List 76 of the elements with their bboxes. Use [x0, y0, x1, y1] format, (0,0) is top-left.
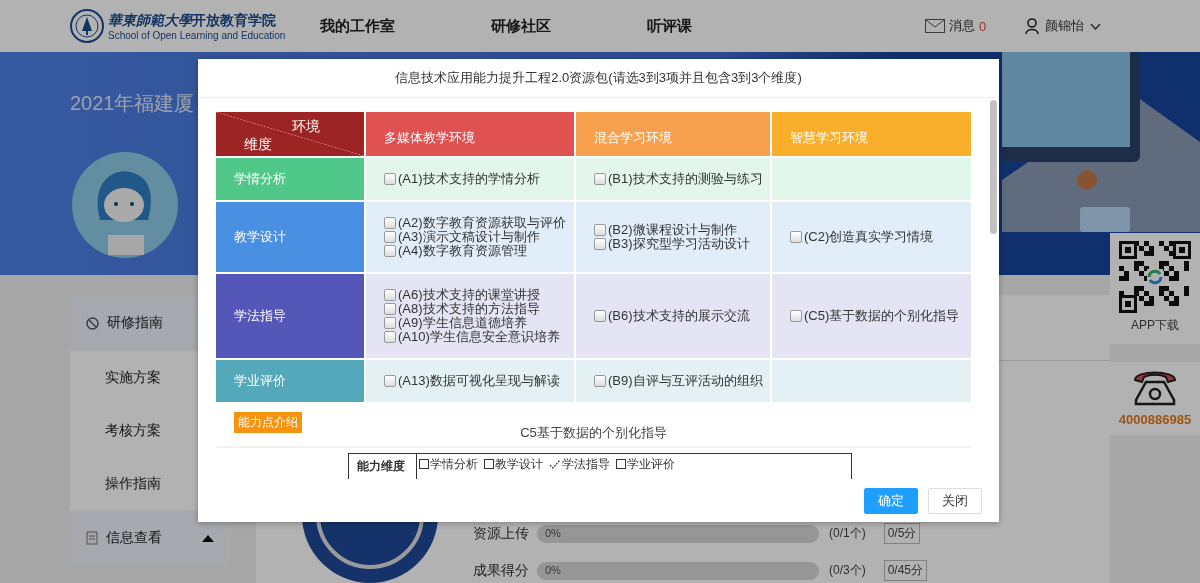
row-axis-label: 维度: [244, 136, 272, 154]
user-icon: [1025, 18, 1039, 34]
checkbox[interactable]: [384, 331, 396, 343]
nav-link[interactable]: 研修社区: [491, 16, 551, 36]
ability-option[interactable]: (C5)基于数据的个别化指导: [790, 309, 971, 323]
dimension-label: 能力维度: [349, 454, 417, 479]
dimension-name: 学法指导: [562, 455, 610, 473]
progress-label: 资源上传: [473, 524, 529, 543]
messages-link[interactable]: 消息: [949, 17, 975, 35]
ability-option[interactable]: (B6)技术支持的展示交流: [594, 309, 770, 323]
progress-count: (0/1个): [829, 525, 866, 542]
user-name[interactable]: 颜锦怡: [1045, 17, 1084, 35]
school-emblem-icon: [70, 9, 104, 43]
checkbox[interactable]: [384, 245, 396, 257]
checkbox[interactable]: [384, 231, 396, 243]
row-header: 学法指导: [216, 274, 364, 358]
close-button[interactable]: 关闭: [928, 487, 982, 514]
dimension-name: 学情分析: [430, 455, 478, 473]
checkbox[interactable]: [790, 310, 802, 322]
checkbox[interactable]: [594, 224, 606, 236]
progress-score: 0/45分: [883, 560, 928, 581]
progress-score: 0/5分: [883, 523, 921, 544]
nav-link[interactable]: 我的工作室: [320, 16, 395, 36]
school-name: 華東師範大學: [108, 11, 192, 30]
caret-up-icon[interactable]: [202, 534, 214, 542]
progress-percent: 0%: [545, 526, 561, 539]
ability-option[interactable]: (A8)技术支持的方法指导: [384, 302, 574, 316]
hotline-number: 4000886985: [1118, 412, 1192, 427]
progress-label: 成果得分: [473, 561, 529, 580]
checkbox[interactable]: [384, 317, 396, 329]
ability-option[interactable]: (B2)微课程设计与制作: [594, 223, 770, 237]
document-icon: [86, 531, 98, 545]
envelope-icon[interactable]: [925, 19, 945, 33]
dimension-name: 教学设计: [495, 455, 543, 473]
progress-count: (0/3个): [829, 562, 866, 579]
checkbox[interactable]: [384, 217, 396, 229]
row-header: 学情分析: [216, 158, 364, 200]
ability-option[interactable]: (A9)学生信息道德培养: [384, 316, 574, 330]
column-axis-label: 环境: [292, 118, 320, 136]
sidebar-section[interactable]: 信息查看: [70, 510, 230, 566]
column-header: 多媒体教学环境: [366, 112, 574, 156]
checkbox[interactable]: [594, 238, 606, 250]
scrollbar-thumb[interactable]: [990, 100, 997, 234]
row-header: 教学设计: [216, 202, 364, 272]
nav-link[interactable]: 听评课: [647, 16, 692, 36]
college-name: 开放教育学院: [192, 11, 276, 30]
row-header: 学业评价: [216, 360, 364, 402]
checkbox[interactable]: [594, 310, 606, 322]
checkbox[interactable]: [384, 289, 396, 301]
compass-icon: [86, 316, 99, 330]
checkbox[interactable]: [594, 173, 606, 185]
column-header: 混合学习环境: [576, 112, 770, 156]
ability-option[interactable]: (A6)技术支持的课堂讲授: [384, 288, 574, 302]
checkbox[interactable]: [384, 173, 396, 185]
chevron-down-icon[interactable]: [1090, 22, 1101, 30]
checkbox[interactable]: [790, 231, 802, 243]
college-english-name: School of Open Learning and Education: [108, 29, 286, 41]
ability-option[interactable]: (B3)探究型学习活动设计: [594, 237, 770, 251]
progress-percent: 0%: [545, 563, 561, 576]
ability-option[interactable]: (C2)创造真实学习情境: [790, 230, 971, 244]
checkbox[interactable]: [384, 303, 396, 315]
message-count: 0: [979, 18, 987, 34]
ability-option[interactable]: (A10)学生信息安全意识培养: [384, 330, 574, 344]
ability-option[interactable]: (A3)演示文稿设计与制作: [384, 230, 574, 244]
app-download-label: APP下载: [1131, 317, 1179, 334]
column-header: 智慧学习环境: [772, 112, 971, 156]
ability-intro-badge: 能力点介绍: [234, 412, 302, 433]
ability-option[interactable]: (A4)数字教育资源管理: [384, 244, 574, 258]
ability-option[interactable]: (A2)数字教育资源获取与评价: [384, 216, 574, 230]
qr-code: [1119, 241, 1191, 313]
ability-title: C5基于数据的个别化指导: [519, 424, 668, 442]
project-title: 2021年福建厦: [70, 91, 195, 116]
dialog-title: 信息技术应用能力提升工程2.0资源包(请选3到3项并且包含3到3个维度): [198, 59, 999, 98]
checkbox[interactable]: [384, 375, 396, 387]
checkbox[interactable]: [594, 375, 606, 387]
dimension-name: 学业评价: [627, 455, 675, 473]
